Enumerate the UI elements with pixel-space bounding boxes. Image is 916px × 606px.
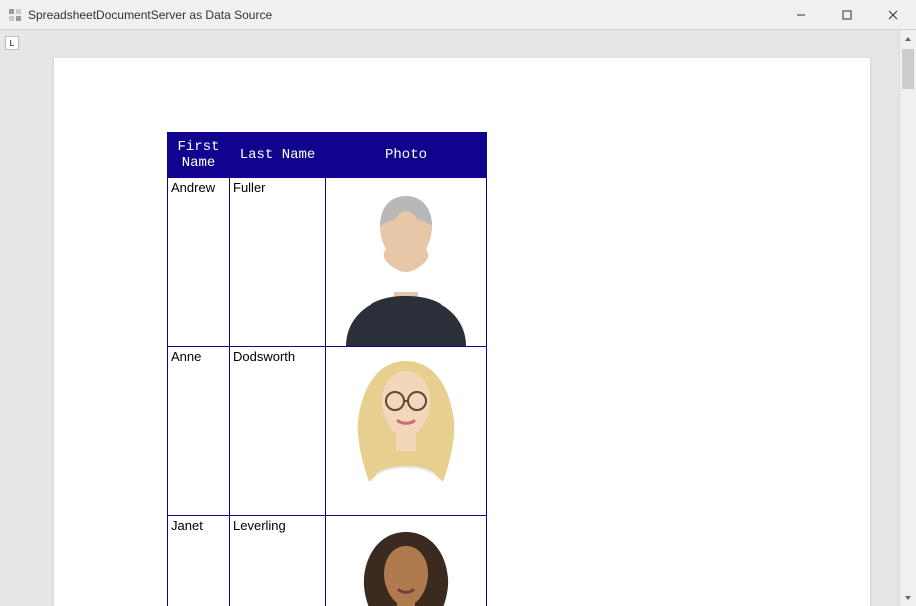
cell-last-name: Leverling (230, 516, 326, 606)
close-button[interactable] (870, 0, 916, 29)
table-row: Janet Leverling (168, 516, 487, 606)
cell-photo (326, 516, 487, 606)
header-photo: Photo (326, 133, 487, 178)
cell-first-name: Andrew (168, 178, 230, 347)
table-row: Anne Dodsworth (168, 347, 487, 516)
photo-icon (326, 178, 486, 346)
scroll-thumb[interactable] (902, 49, 914, 89)
vertical-scrollbar[interactable] (899, 30, 916, 606)
app-icon (8, 8, 22, 22)
window-buttons (778, 0, 916, 29)
titlebar: SpreadsheetDocumentServer as Data Source (0, 0, 916, 30)
minimize-button[interactable] (778, 0, 824, 29)
table-row: Andrew Fuller (168, 178, 487, 347)
cell-photo (326, 178, 487, 347)
maximize-button[interactable] (824, 0, 870, 29)
scroll-track[interactable] (900, 47, 916, 589)
cell-last-name: Fuller (230, 178, 326, 347)
header-first-name: First Name (168, 133, 230, 178)
cell-first-name: Janet (168, 516, 230, 606)
photo-icon (326, 347, 486, 515)
header-last-name: Last Name (230, 133, 326, 178)
window-title: SpreadsheetDocumentServer as Data Source (28, 8, 778, 22)
report-table: First Name Last Name Photo Andrew Fuller (167, 132, 487, 606)
photo-icon (326, 516, 486, 606)
cell-first-name: Anne (168, 347, 230, 516)
cell-photo (326, 347, 487, 516)
scroll-up-button[interactable] (900, 30, 916, 47)
cell-last-name: Dodsworth (230, 347, 326, 516)
report-viewer[interactable]: First Name Last Name Photo Andrew Fuller (0, 30, 899, 606)
client-area: L First Name Last Name Photo Andrew Full… (0, 30, 916, 606)
scroll-down-button[interactable] (900, 589, 916, 606)
report-page: First Name Last Name Photo Andrew Fuller (54, 58, 870, 606)
